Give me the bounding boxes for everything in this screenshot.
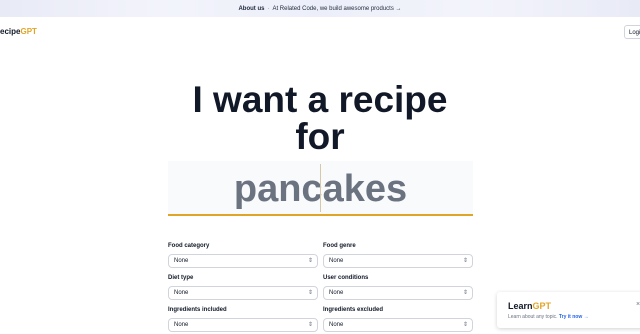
food-category-select[interactable]: None ⇕: [168, 254, 318, 268]
user-conditions-select[interactable]: None ⇕: [323, 286, 473, 300]
food-genre-label: Food genre: [323, 243, 356, 249]
toast-title-main: Learn: [508, 301, 533, 311]
learngpt-promo-toast: LearnGPT Learn about any topic. Try it n…: [497, 292, 640, 328]
toast-subtitle-text: Learn about any topic.: [508, 314, 558, 320]
ingredients-excluded-value: None: [329, 322, 344, 328]
chevron-updown-icon: ⇕: [462, 258, 468, 264]
food-category-value: None: [174, 258, 189, 264]
ingredients-excluded-select[interactable]: None ⇕: [323, 318, 473, 332]
try-it-now-link[interactable]: Try it now →: [559, 314, 589, 320]
food-category-label: Food category: [168, 243, 210, 249]
diet-type-select[interactable]: None ⇕: [168, 286, 318, 300]
banner-link[interactable]: At Related Code, we build awesome produc…: [272, 6, 401, 12]
toast-title: LearnGPT: [508, 301, 551, 311]
diet-type-label: Diet type: [168, 275, 194, 281]
headline-line-1: I want a recipe: [192, 79, 448, 120]
login-button[interactable]: Logi: [624, 25, 640, 39]
chevron-updown-icon: ⇕: [307, 322, 313, 328]
food-input[interactable]: pancakes: [168, 161, 473, 216]
user-conditions-value: None: [329, 290, 344, 296]
ingredients-included-label: Ingredients included: [168, 307, 227, 313]
user-conditions-label: User conditions: [323, 275, 369, 281]
toast-subtitle: Learn about any topic. Try it now →: [508, 314, 589, 320]
diet-type-value: None: [174, 290, 189, 296]
ingredients-included-value: None: [174, 322, 189, 328]
about-us-link[interactable]: About us: [238, 6, 264, 12]
logo-accent: GPT: [20, 27, 37, 36]
text-caret: [320, 164, 321, 212]
close-icon[interactable]: ×: [636, 301, 640, 308]
headline-line-2: for: [295, 116, 345, 157]
logo-text: ecipe: [0, 27, 21, 36]
chevron-updown-icon: ⇕: [462, 290, 468, 296]
chevron-updown-icon: ⇕: [307, 290, 313, 296]
chevron-updown-icon: ⇕: [462, 322, 468, 328]
chevron-updown-icon: ⇕: [307, 258, 313, 264]
food-genre-value: None: [329, 258, 344, 264]
toast-title-accent: GPT: [532, 301, 552, 311]
banner-separator: ·: [267, 5, 270, 12]
logo[interactable]: ecipeGPT: [0, 27, 37, 36]
ingredients-excluded-label: Ingredients excluded: [323, 307, 384, 313]
food-genre-select[interactable]: None ⇕: [323, 254, 473, 268]
announcement-banner: About us · At Related Code, we build awe…: [0, 0, 640, 17]
ingredients-included-select[interactable]: None ⇕: [168, 318, 318, 332]
